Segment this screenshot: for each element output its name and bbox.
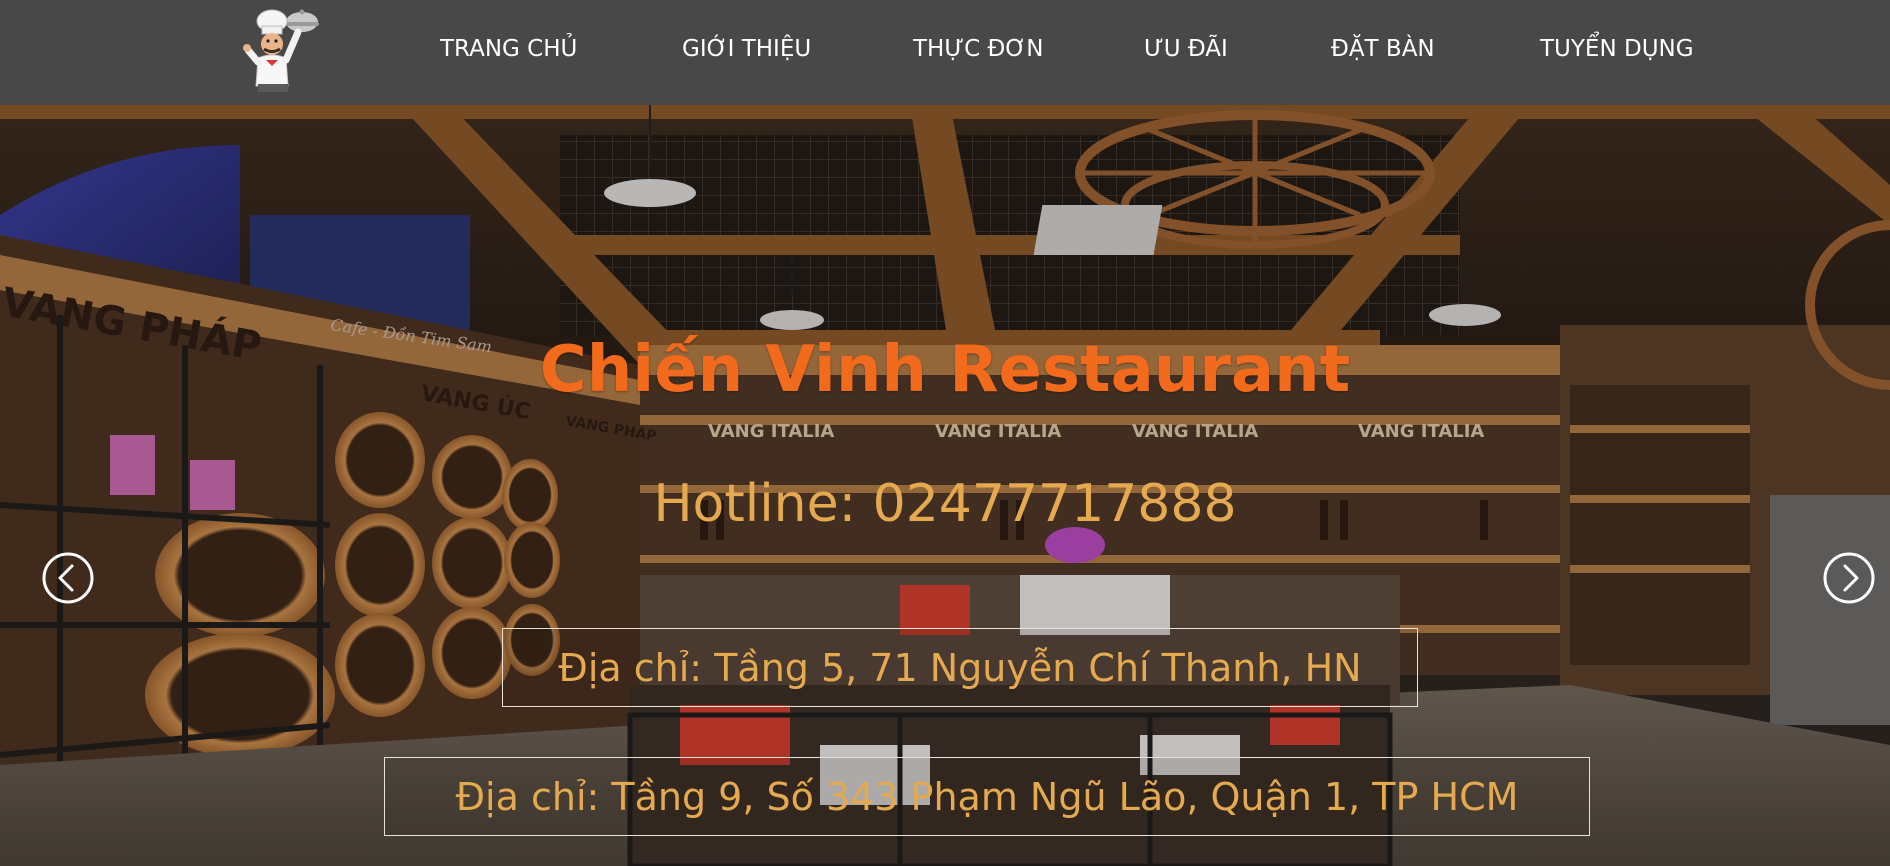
nav-promotions[interactable]: ƯU ĐÃI <box>1144 36 1228 62</box>
restaurant-title: Chiến Vinh Restaurant <box>539 333 1351 407</box>
nav-careers[interactable]: TUYỂN DỤNG <box>1540 36 1694 62</box>
nav-reservation[interactable]: ĐẶT BÀN <box>1331 36 1435 62</box>
nav-menu[interactable]: THỰC ĐƠN <box>913 36 1043 62</box>
nav-about[interactable]: GIỚI THIỆU <box>682 36 811 62</box>
main-menu: TRANG CHỦ GIỚI THIỆU THỰC ĐƠN ƯU ĐÃI ĐẶT… <box>0 0 1890 105</box>
slider-next-button[interactable] <box>1822 551 1876 605</box>
top-navbar: TRANG CHỦ GIỚI THIỆU THỰC ĐƠN ƯU ĐÃI ĐẶT… <box>0 0 1890 105</box>
hero-slider: VANG ITALIA VANG ITALIA VANG ITALIA VANG… <box>0 105 1890 866</box>
address-hcm: Địa chỉ: Tầng 9, Số 343 Phạm Ngũ Lão, Qu… <box>384 757 1590 836</box>
nav-home[interactable]: TRANG CHỦ <box>440 36 577 62</box>
chevron-right-circle-icon <box>1823 552 1875 604</box>
slider-prev-button[interactable] <box>41 551 95 605</box>
chevron-left-circle-icon <box>42 552 94 604</box>
address-hanoi: Địa chỉ: Tầng 5, 71 Nguyễn Chí Thanh, HN <box>502 628 1418 707</box>
hotline-text: Hotline: 02477717888 <box>653 474 1237 534</box>
